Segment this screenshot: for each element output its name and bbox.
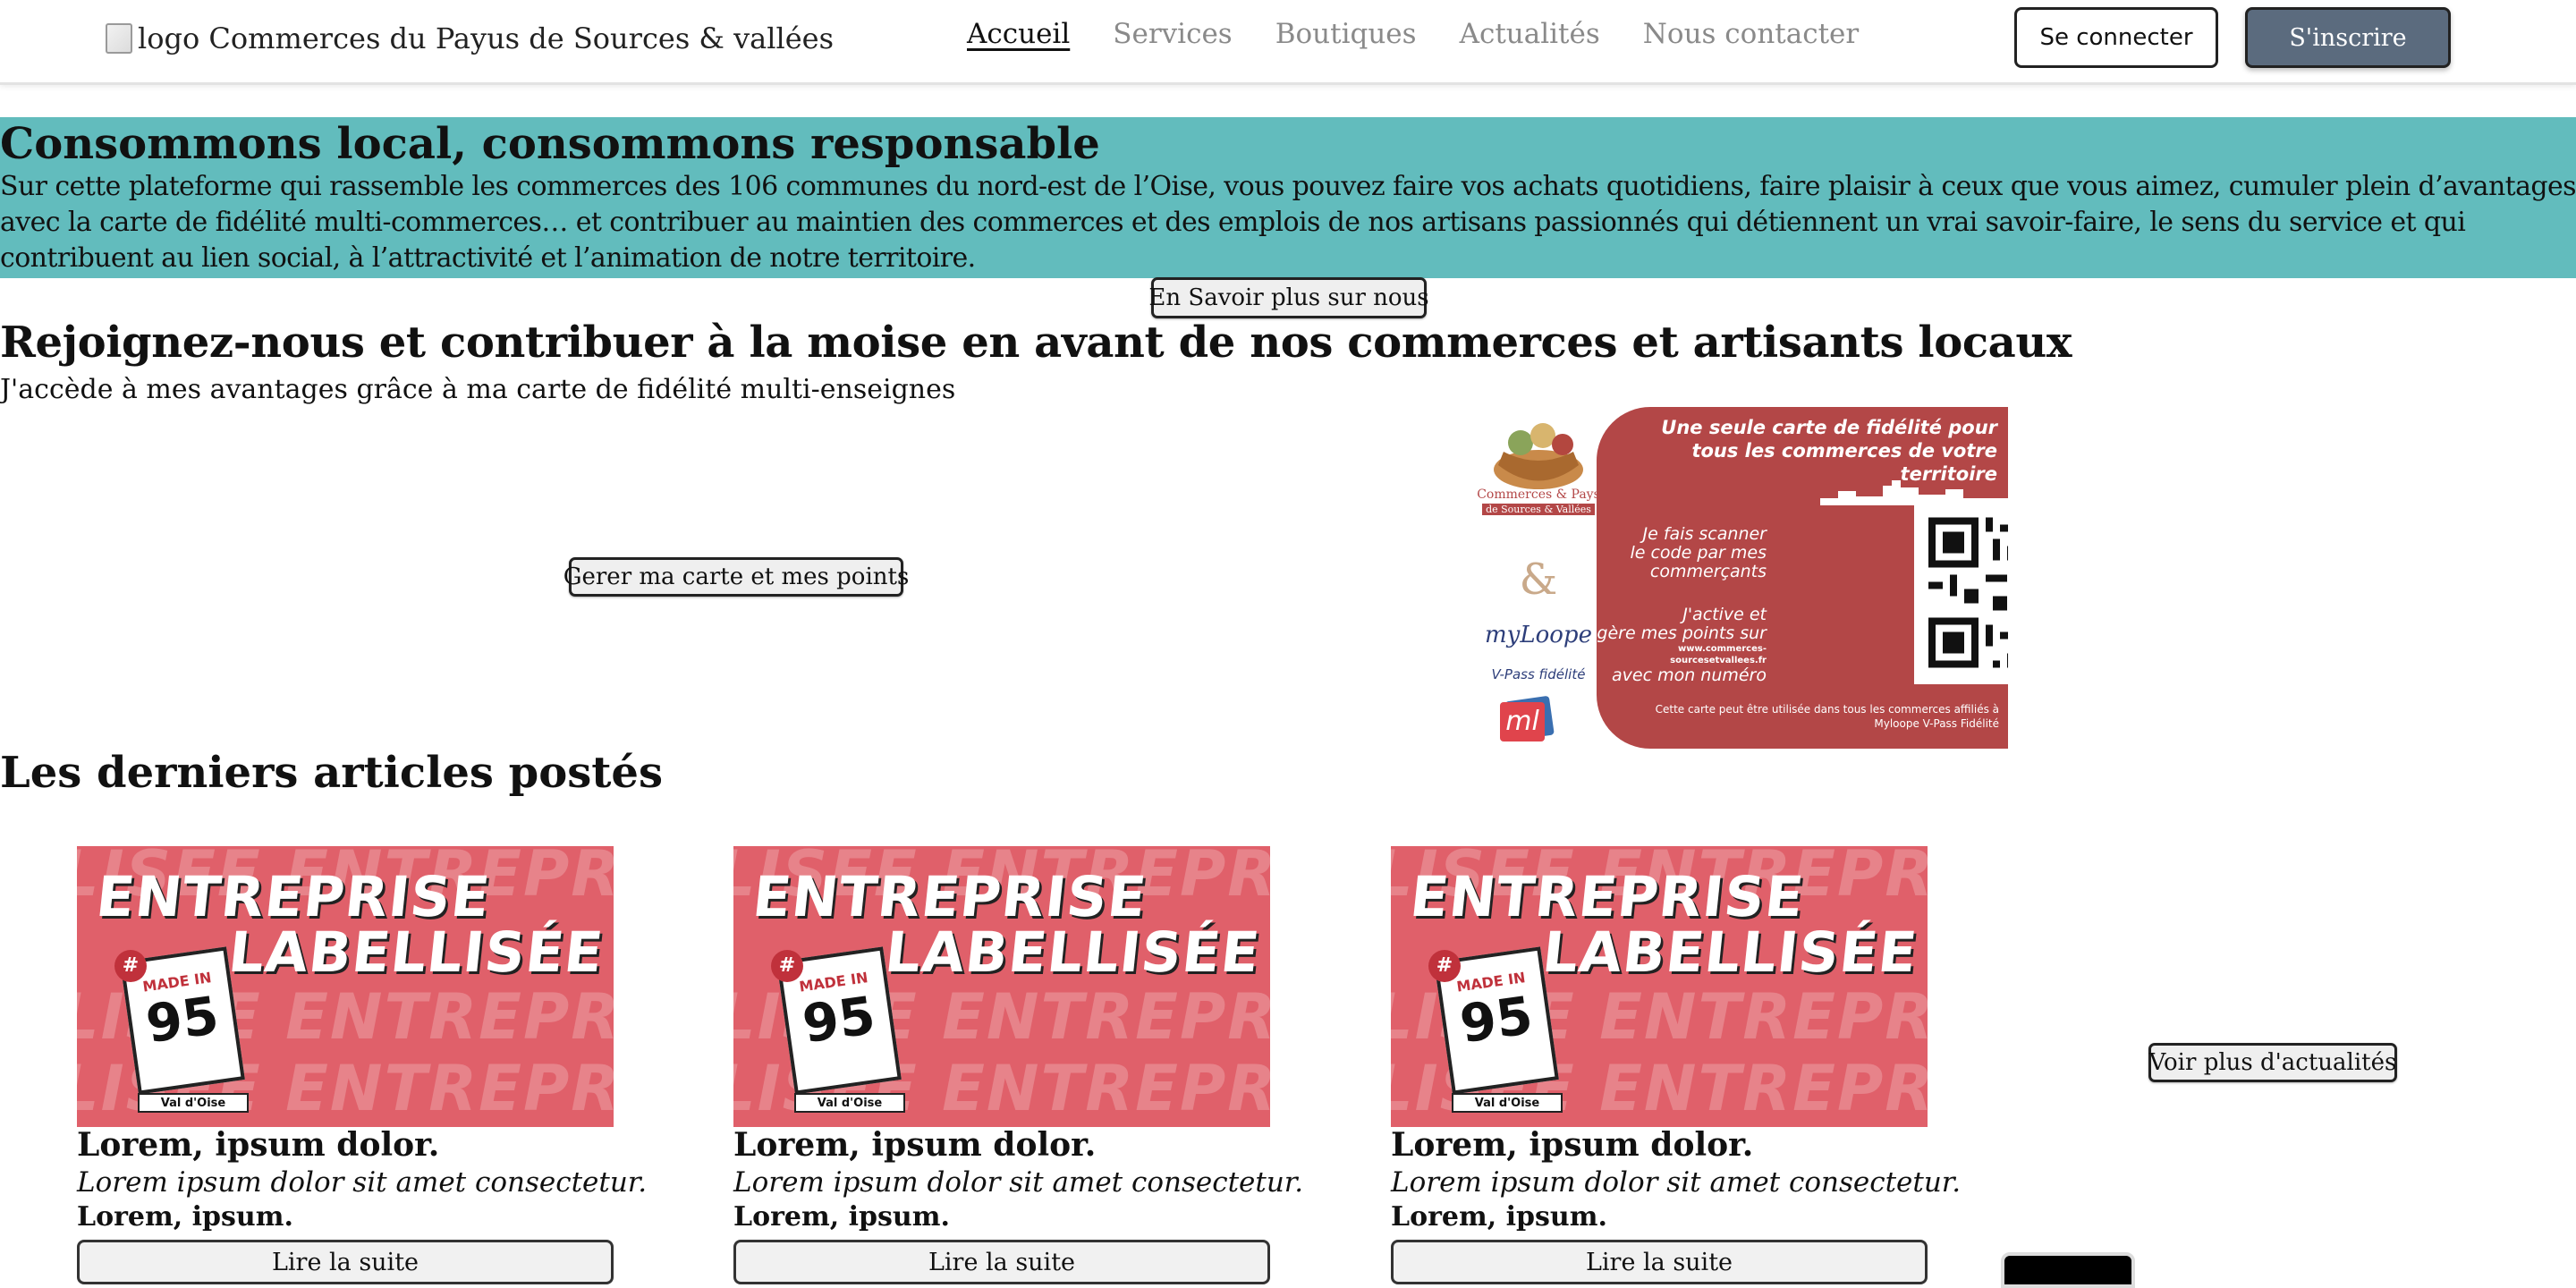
main-nav: Accueil Services Boutiques Actualités No… — [967, 18, 1902, 50]
loyalty-card-image: Commerces & Pays de Sources & Vallées & … — [1471, 407, 2008, 749]
article-title: Lorem, ipsum dolor. — [733, 1126, 1097, 1164]
made-in-95-badge: MADE IN 95 # Val d'Oise — [771, 946, 905, 1113]
badge-place: Val d'Oise — [138, 1093, 249, 1113]
nav-link-contact[interactable]: Nous contacter — [1643, 18, 1859, 50]
card-partners-panel: Commerces & Pays de Sources & Vallées & … — [1471, 407, 1606, 749]
join-subtitle: J'accède à mes avantages grâce à ma cart… — [0, 374, 956, 405]
site-logo[interactable]: logo Commerces du Payus de Sources & val… — [106, 21, 834, 55]
article-title: Lorem, ipsum dolor. — [1391, 1126, 1754, 1164]
article-meta: Lorem, ipsum. — [77, 1201, 293, 1233]
article-image[interactable]: LISÉE ENTREPRISE LABE LISÉE ENTREPRISE L… — [733, 846, 1270, 1127]
about-us-button[interactable]: En Savoir plus sur nous — [1148, 277, 1429, 318]
article-image[interactable]: LISÉE ENTREPRISE LABE LISÉE ENTREPRISE L… — [1391, 846, 1928, 1127]
article-card: LISÉE ENTREPRISE LABE LISÉE ENTREPRISE L… — [1391, 846, 1961, 1284]
card-headline-1: Une seule carte de fidélité pour — [1661, 417, 1997, 438]
image-headline-2: LABELLISÉE — [1539, 919, 1921, 985]
ml-logo: ml — [1498, 691, 1555, 741]
basket-icon — [1494, 423, 1583, 489]
made-in-95-badge: MADE IN 95 # Val d'Oise — [114, 946, 249, 1113]
article-card: LISÉE ENTREPRISE LABE LISÉE ENTREPRISE L… — [77, 846, 647, 1284]
article-description: Lorem ipsum dolor sit amet consectetur. — [77, 1166, 648, 1199]
card-activate-url: www.commerces-sourcesetvallees.fr — [1670, 644, 1767, 665]
card-footer-text: Cette carte peut être utilisée dans tous… — [1614, 702, 1999, 731]
login-button[interactable]: Se connecter — [2014, 7, 2218, 68]
card-scan-3: commerçants — [1649, 562, 1767, 581]
nav-link-services[interactable]: Services — [1113, 18, 1232, 50]
badge-hash: # — [1428, 950, 1461, 982]
ml-logo-front: ml — [1500, 702, 1545, 741]
site-header: logo Commerces du Payus de Sources & val… — [0, 0, 2576, 85]
badge-number: 95 — [799, 984, 879, 1055]
badge-place: Val d'Oise — [794, 1093, 905, 1113]
logo-alt-text: logo — [138, 21, 200, 55]
hero-title: Consommons local, consommons responsable — [0, 119, 1100, 169]
qr-code — [1914, 501, 2008, 684]
signup-button[interactable]: S'inscrire — [2245, 7, 2451, 68]
hero-text: Sur cette plateforme qui rassemble les c… — [0, 171, 2576, 274]
card-brand-line-1: Commerces & Pays — [1477, 487, 1600, 502]
card-activate-3: avec mon numéro — [1612, 665, 1767, 685]
nav-link-boutiques[interactable]: Boutiques — [1275, 18, 1417, 50]
card-ampersand: & — [1519, 555, 1558, 605]
nav-link-accueil[interactable]: Accueil — [967, 18, 1070, 50]
qr-code-icon — [1928, 517, 2008, 668]
read-more-button[interactable]: Lire la suite — [1391, 1240, 1928, 1284]
made-in-95-badge: MADE IN 95 # Val d'Oise — [1428, 946, 1563, 1113]
card-scan-2: le code par mes — [1630, 543, 1767, 563]
read-more-button[interactable]: Lire la suite — [733, 1240, 1270, 1284]
image-headline-2: LABELLISÉE — [225, 919, 607, 985]
article-title: Lorem, ipsum dolor. — [77, 1126, 440, 1164]
more-news-button[interactable]: Voir plus d'actualités — [2148, 1043, 2397, 1082]
card-scan-text: Je fais scanner le code par mes commerça… — [1597, 525, 1767, 581]
card-scan-1: Je fais scanner — [1642, 524, 1767, 544]
myloope-logo: myLoope — [1485, 622, 1592, 648]
card-red-panel: Une seule carte de fidélité pour tous le… — [1597, 407, 2008, 749]
nav-link-actualites[interactable]: Actualités — [1460, 18, 1600, 50]
site-name: Commerces du Payus de Sources & vallées — [208, 21, 834, 55]
badge-number: 95 — [142, 984, 223, 1055]
card-brand-line-2: de Sources & Vallées — [1482, 504, 1595, 515]
badge-number: 95 — [1456, 984, 1537, 1055]
card-brand: Commerces & Pays de Sources & Vallées — [1471, 487, 1606, 516]
card-footer-2: Myloope V-Pass Fidélité — [1874, 717, 1999, 730]
articles-title: Les derniers articles postés — [0, 748, 663, 798]
article-meta: Lorem, ipsum. — [1391, 1201, 1607, 1233]
broken-image-icon — [106, 23, 132, 54]
card-activate-1: J'active et — [1682, 605, 1767, 624]
badge-hash: # — [114, 950, 147, 982]
card-footer-1: Cette carte peut être utilisée dans tous… — [1655, 703, 1999, 716]
badge-place: Val d'Oise — [1452, 1093, 1563, 1113]
card-activate-text: J'active et gère mes points sur www.comm… — [1597, 606, 1767, 685]
floating-widget-tab[interactable] — [2001, 1252, 2135, 1288]
vpass-label: V-Pass fidélité — [1491, 666, 1586, 682]
manage-card-button[interactable]: Gerer ma carte et mes points — [564, 557, 909, 597]
image-headline-2: LABELLISÉE — [882, 919, 1264, 985]
badge-hash: # — [771, 950, 803, 982]
article-image[interactable]: LISÉE ENTREPRISE LABE LISÉE ENTREPRISE L… — [77, 846, 614, 1127]
article-description: Lorem ipsum dolor sit amet consectetur. — [1391, 1166, 1962, 1199]
article-card: LISÉE ENTREPRISE LABE LISÉE ENTREPRISE L… — [733, 846, 1303, 1284]
read-more-button[interactable]: Lire la suite — [77, 1240, 614, 1284]
card-headline: Une seule carte de fidélité pour tous le… — [1614, 416, 1997, 486]
card-activate-2: gère mes points sur — [1597, 623, 1767, 643]
join-title: Rejoignez-nous et contribuer à la moise … — [0, 318, 2072, 368]
article-description: Lorem ipsum dolor sit amet consectetur. — [733, 1166, 1304, 1199]
hero-banner: Consommons local, consommons responsable… — [0, 117, 2576, 278]
article-meta: Lorem, ipsum. — [733, 1201, 950, 1233]
